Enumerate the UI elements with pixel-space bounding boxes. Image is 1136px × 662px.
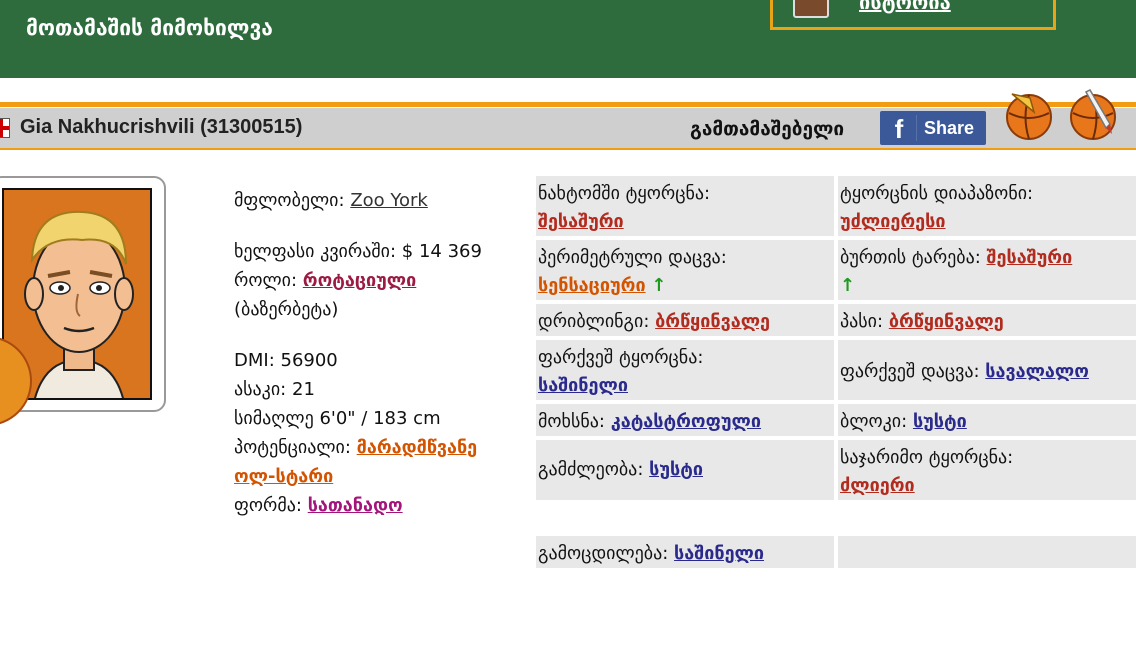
skill-value-link[interactable]: უძლიერესი xyxy=(840,211,946,232)
skill-value-link[interactable]: ძლიერი xyxy=(840,475,915,496)
skill-label: ბლოკი: xyxy=(840,411,908,432)
page-title: მოთამაშის მიმოხილვა xyxy=(26,16,273,40)
history-box: ისტორია xyxy=(770,0,1056,30)
potential-link[interactable]: მარადმწვანე xyxy=(357,437,478,458)
skill-cell-passing: პასი: ბრწყინვალე xyxy=(838,304,1136,336)
form-row: ფორმა: სათანადო xyxy=(234,491,524,520)
salary-value: $ 14 369 xyxy=(401,241,482,262)
skill-cell-inside-shot: ფარქვეშ ტყორცნა: საშინელი xyxy=(536,340,834,400)
skill-value-link[interactable]: სავალალო xyxy=(985,361,1089,382)
height-value: 6'0" / 183 cm xyxy=(319,408,441,429)
skill-value-link[interactable]: ბრწყინვალე xyxy=(655,311,770,332)
skill-label: ბურთის ტარება: xyxy=(840,247,981,268)
skill-label: გამძლეობა: xyxy=(538,459,644,480)
player-name: Gia Nakhucrishvili (31300515) xyxy=(20,116,303,138)
skill-label: ტყორცნის დიაპაზონი: xyxy=(840,183,1034,204)
owner-row: მფლობელი: Zoo York xyxy=(234,186,524,215)
skill-cell-dribbling: დრიბლინგი: ბრწყინვალე xyxy=(536,304,834,336)
form-label: ფორმა: xyxy=(234,495,302,516)
flag-icon xyxy=(0,118,10,138)
skill-value-link[interactable]: შესაშური xyxy=(538,211,624,232)
player-header: Gia Nakhucrishvili (31300515) გამთამაშებ… xyxy=(0,108,1136,150)
skill-cell-rebounding: მოხსნა: კატასტროფული xyxy=(536,404,834,436)
skill-cell-ball-handling: ბურთის ტარება: შესაშური ↑ xyxy=(838,240,1136,300)
form-link[interactable]: სათანადო xyxy=(308,495,403,516)
dmi-label: DMI: xyxy=(234,350,275,371)
top-bar: მოთამაშის მიმოხილვა ისტორია xyxy=(0,0,1136,78)
skill-label: გამოცდილება: xyxy=(538,543,669,564)
skill-cell-range: ტყორცნის დიაპაზონი: უძლიერესი xyxy=(838,176,1136,236)
divider xyxy=(916,115,917,141)
skill-cell-blocking: ბლოკი: სუსტი xyxy=(838,404,1136,436)
skill-label: ნახტომში ტყორცნა: xyxy=(538,183,711,204)
skill-cell-inside-defense: ფარქვეშ დაცვა: სავალალო xyxy=(838,340,1136,400)
skill-value-link[interactable]: შესაშური xyxy=(987,247,1073,268)
dmi-value: 56900 xyxy=(280,350,338,371)
skill-label: საჯარიმო ტყორცნა: xyxy=(840,447,1014,468)
history-link[interactable]: ისტორია xyxy=(859,0,951,14)
potential-row-2: ოლ-სტარი xyxy=(234,462,524,491)
age-row: ასაკი: 21 xyxy=(234,375,524,404)
skill-value-link[interactable]: საშინელი xyxy=(538,375,628,396)
height-row: სიმაღლე 6'0" / 183 cm xyxy=(234,404,524,433)
skill-cell-free-throw: საჯარიმო ტყორცნა: ძლიერი xyxy=(838,440,1136,500)
height-label: სიმაღლე xyxy=(234,408,314,429)
owner-link[interactable]: Zoo York xyxy=(350,190,428,211)
skill-value-link[interactable]: ბრწყინვალე xyxy=(889,311,1004,332)
skill-label: პერიმეტრული დაცვა: xyxy=(538,247,727,268)
role-row: როლი: როტაციული xyxy=(234,266,524,295)
skill-value-link[interactable]: სუსტი xyxy=(913,411,967,432)
potential-row: პოტენციალი: მარადმწვანე xyxy=(234,433,524,462)
skill-cell-empty xyxy=(838,536,1136,568)
role-link[interactable]: როტაციული xyxy=(303,270,417,291)
skill-cell-perimeter-defense: პერიმეტრული დაცვა: სენსაციური ↑ xyxy=(536,240,834,300)
role-label: როლი: xyxy=(234,270,298,291)
history-avatar[interactable] xyxy=(793,0,829,18)
skill-cell-experience: გამოცდილება: საშინელი xyxy=(536,536,834,568)
dmi-row: DMI: 56900 xyxy=(234,346,524,375)
salary-row: ხელფასი კვირაში: $ 14 369 xyxy=(234,237,524,266)
arrow-up-icon: ↑ xyxy=(840,275,856,296)
player-info: მფლობელი: Zoo York ხელფასი კვირაში: $ 14… xyxy=(234,186,524,520)
facebook-share-button[interactable]: f Share xyxy=(880,111,986,145)
owner-label: მფლობელი: xyxy=(234,190,345,211)
age-label: ასაკი: xyxy=(234,379,287,400)
basketball-arrow-icon[interactable] xyxy=(1002,88,1056,142)
skill-label: მოხსნა: xyxy=(538,411,605,432)
skill-value-link[interactable]: სუსტი xyxy=(649,459,703,480)
players-link-label[interactable]: გამთამაშებელი xyxy=(690,118,844,140)
skill-cell-jump-shot: ნახტომში ტყორცნა: შესაშური xyxy=(536,176,834,236)
arrow-up-icon: ↑ xyxy=(651,275,667,296)
basketball-pencil-icon[interactable] xyxy=(1066,88,1120,142)
skill-label: ფარქვეშ დაცვა: xyxy=(840,361,980,382)
salary-label: ხელფასი კვირაში: xyxy=(234,241,397,262)
age-value: 21 xyxy=(292,379,315,400)
potential-link-cont[interactable]: ოლ-სტარი xyxy=(234,466,333,487)
skill-label: ფარქვეშ ტყორცნა: xyxy=(538,347,704,368)
potential-label: პოტენციალი: xyxy=(234,437,351,458)
skill-value-link[interactable]: საშინელი xyxy=(674,543,764,564)
skill-cell-stamina: გამძლეობა: სუსტი xyxy=(536,440,834,500)
skill-label: დრიბლინგი: xyxy=(538,311,650,332)
share-label: Share xyxy=(924,118,975,138)
skill-value-link[interactable]: სენსაციური xyxy=(538,275,646,296)
role-note: (ბაზერბეტა) xyxy=(234,299,339,320)
facebook-icon: f xyxy=(894,114,904,144)
skill-label: პასი: xyxy=(840,311,884,332)
skill-value-link[interactable]: კატასტროფული xyxy=(611,411,761,432)
